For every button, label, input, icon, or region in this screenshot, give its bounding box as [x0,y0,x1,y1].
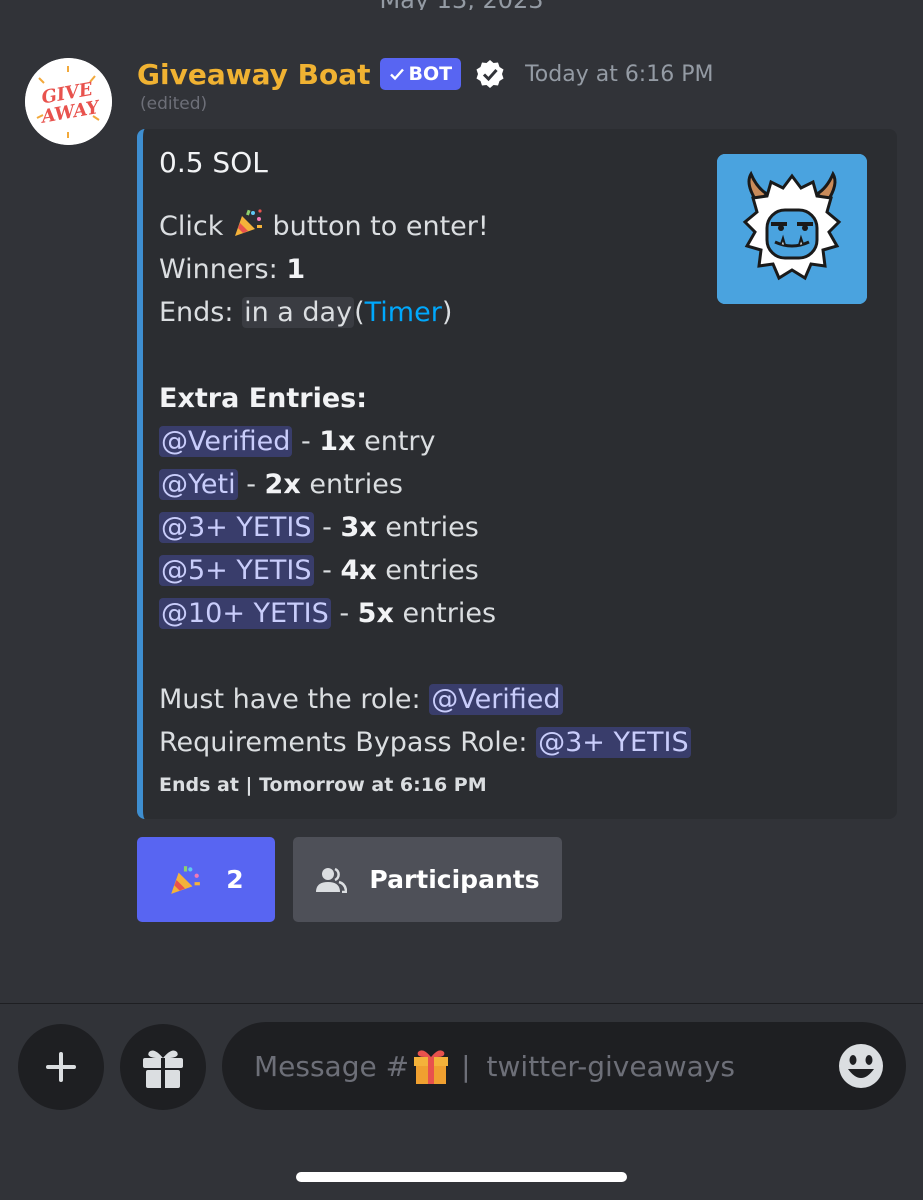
add-attachment-button[interactable] [18,1024,104,1110]
ends-relative-time[interactable]: in a day [242,297,355,328]
party-popper-icon [234,209,262,236]
winners-line: Winners: 1 [159,254,306,285]
check-icon [390,68,405,81]
required-role-mention[interactable]: @Verified [429,684,563,715]
emoji-picker-icon[interactable] [838,1043,884,1089]
message-placeholder-prefix: Message # [254,1049,410,1083]
timer-link[interactable]: Timer [365,297,442,328]
embed-footer: Ends at | Tomorrow at 6:16 PM [159,774,487,796]
author-avatar[interactable]: GIVE AWAY [25,58,112,145]
gift-button[interactable] [120,1024,206,1110]
yeti-icon [717,154,867,304]
extra-entry-row: @10+ YETIS - 5x entries [159,598,497,629]
embed-title: 0.5 SOL [159,146,268,179]
extra-entry-row: @3+ YETIS - 3x entries [159,512,479,543]
author-name[interactable]: Giveaway Boat [137,58,370,91]
extra-entry-row: @Yeti - 2x entries [159,469,403,500]
bot-tag-label: BOT [408,63,453,85]
embed-description: Click button to enter! Winners: 1 Ends: … [159,205,699,764]
message-placeholder-channel: twitter-giveaways [486,1049,735,1083]
edited-label: (edited) [140,94,208,114]
party-popper-icon [171,865,201,894]
must-have-line: Must have the role: @Verified [159,684,563,715]
bot-tag: BOT [380,58,462,90]
verified-check-icon [476,60,504,88]
gift-emoji-icon [414,1050,449,1084]
message-input[interactable]: Message # | twitter-giveaways [222,1022,906,1110]
giveaway-embed: 0.5 SOL Click button to enter! Winners: … [137,129,897,819]
extra-entries-heading: Extra Entries: [159,383,368,414]
role-mention[interactable]: @3+ YETIS [159,512,314,543]
ends-line: Ends: in a day(Timer) [159,297,453,328]
embed-body: 0.5 SOL Click button to enter! Winners: … [159,143,699,796]
participants-label: Participants [369,865,540,894]
home-indicator [296,1172,627,1182]
bypass-role-mention[interactable]: @3+ YETIS [536,727,691,758]
message-header: Giveaway Boat BOT Today at 6:16 PM [137,52,713,96]
participants-button[interactable]: Participants [293,837,562,922]
date-divider: May 13, 2023 [0,0,923,10]
enter-giveaway-button[interactable]: 2 [137,837,275,922]
yeti-thumbnail[interactable] [717,154,867,304]
message-timestamp: Today at 6:16 PM [525,61,714,87]
composer-divider [0,1003,923,1004]
winners-count: 1 [286,254,306,285]
extra-entry-row: @5+ YETIS - 4x entries [159,555,479,586]
role-mention[interactable]: @Verified [159,426,293,457]
role-mention[interactable]: @5+ YETIS [159,555,314,586]
giveaway-logo-icon: GIVE AWAY [25,58,112,145]
role-mention[interactable]: @Yeti [159,469,238,500]
message-placeholder-separator: | [461,1049,471,1083]
plus-icon [46,1052,76,1082]
click-line: Click button to enter! [159,205,699,248]
extra-entry-row: @Verified - 1x entry [159,426,436,457]
participants-icon [316,867,348,893]
bypass-line: Requirements Bypass Role: @3+ YETIS [159,727,691,758]
gift-icon [143,1050,183,1088]
enter-count: 2 [226,865,244,894]
role-mention[interactable]: @10+ YETIS [159,598,331,629]
